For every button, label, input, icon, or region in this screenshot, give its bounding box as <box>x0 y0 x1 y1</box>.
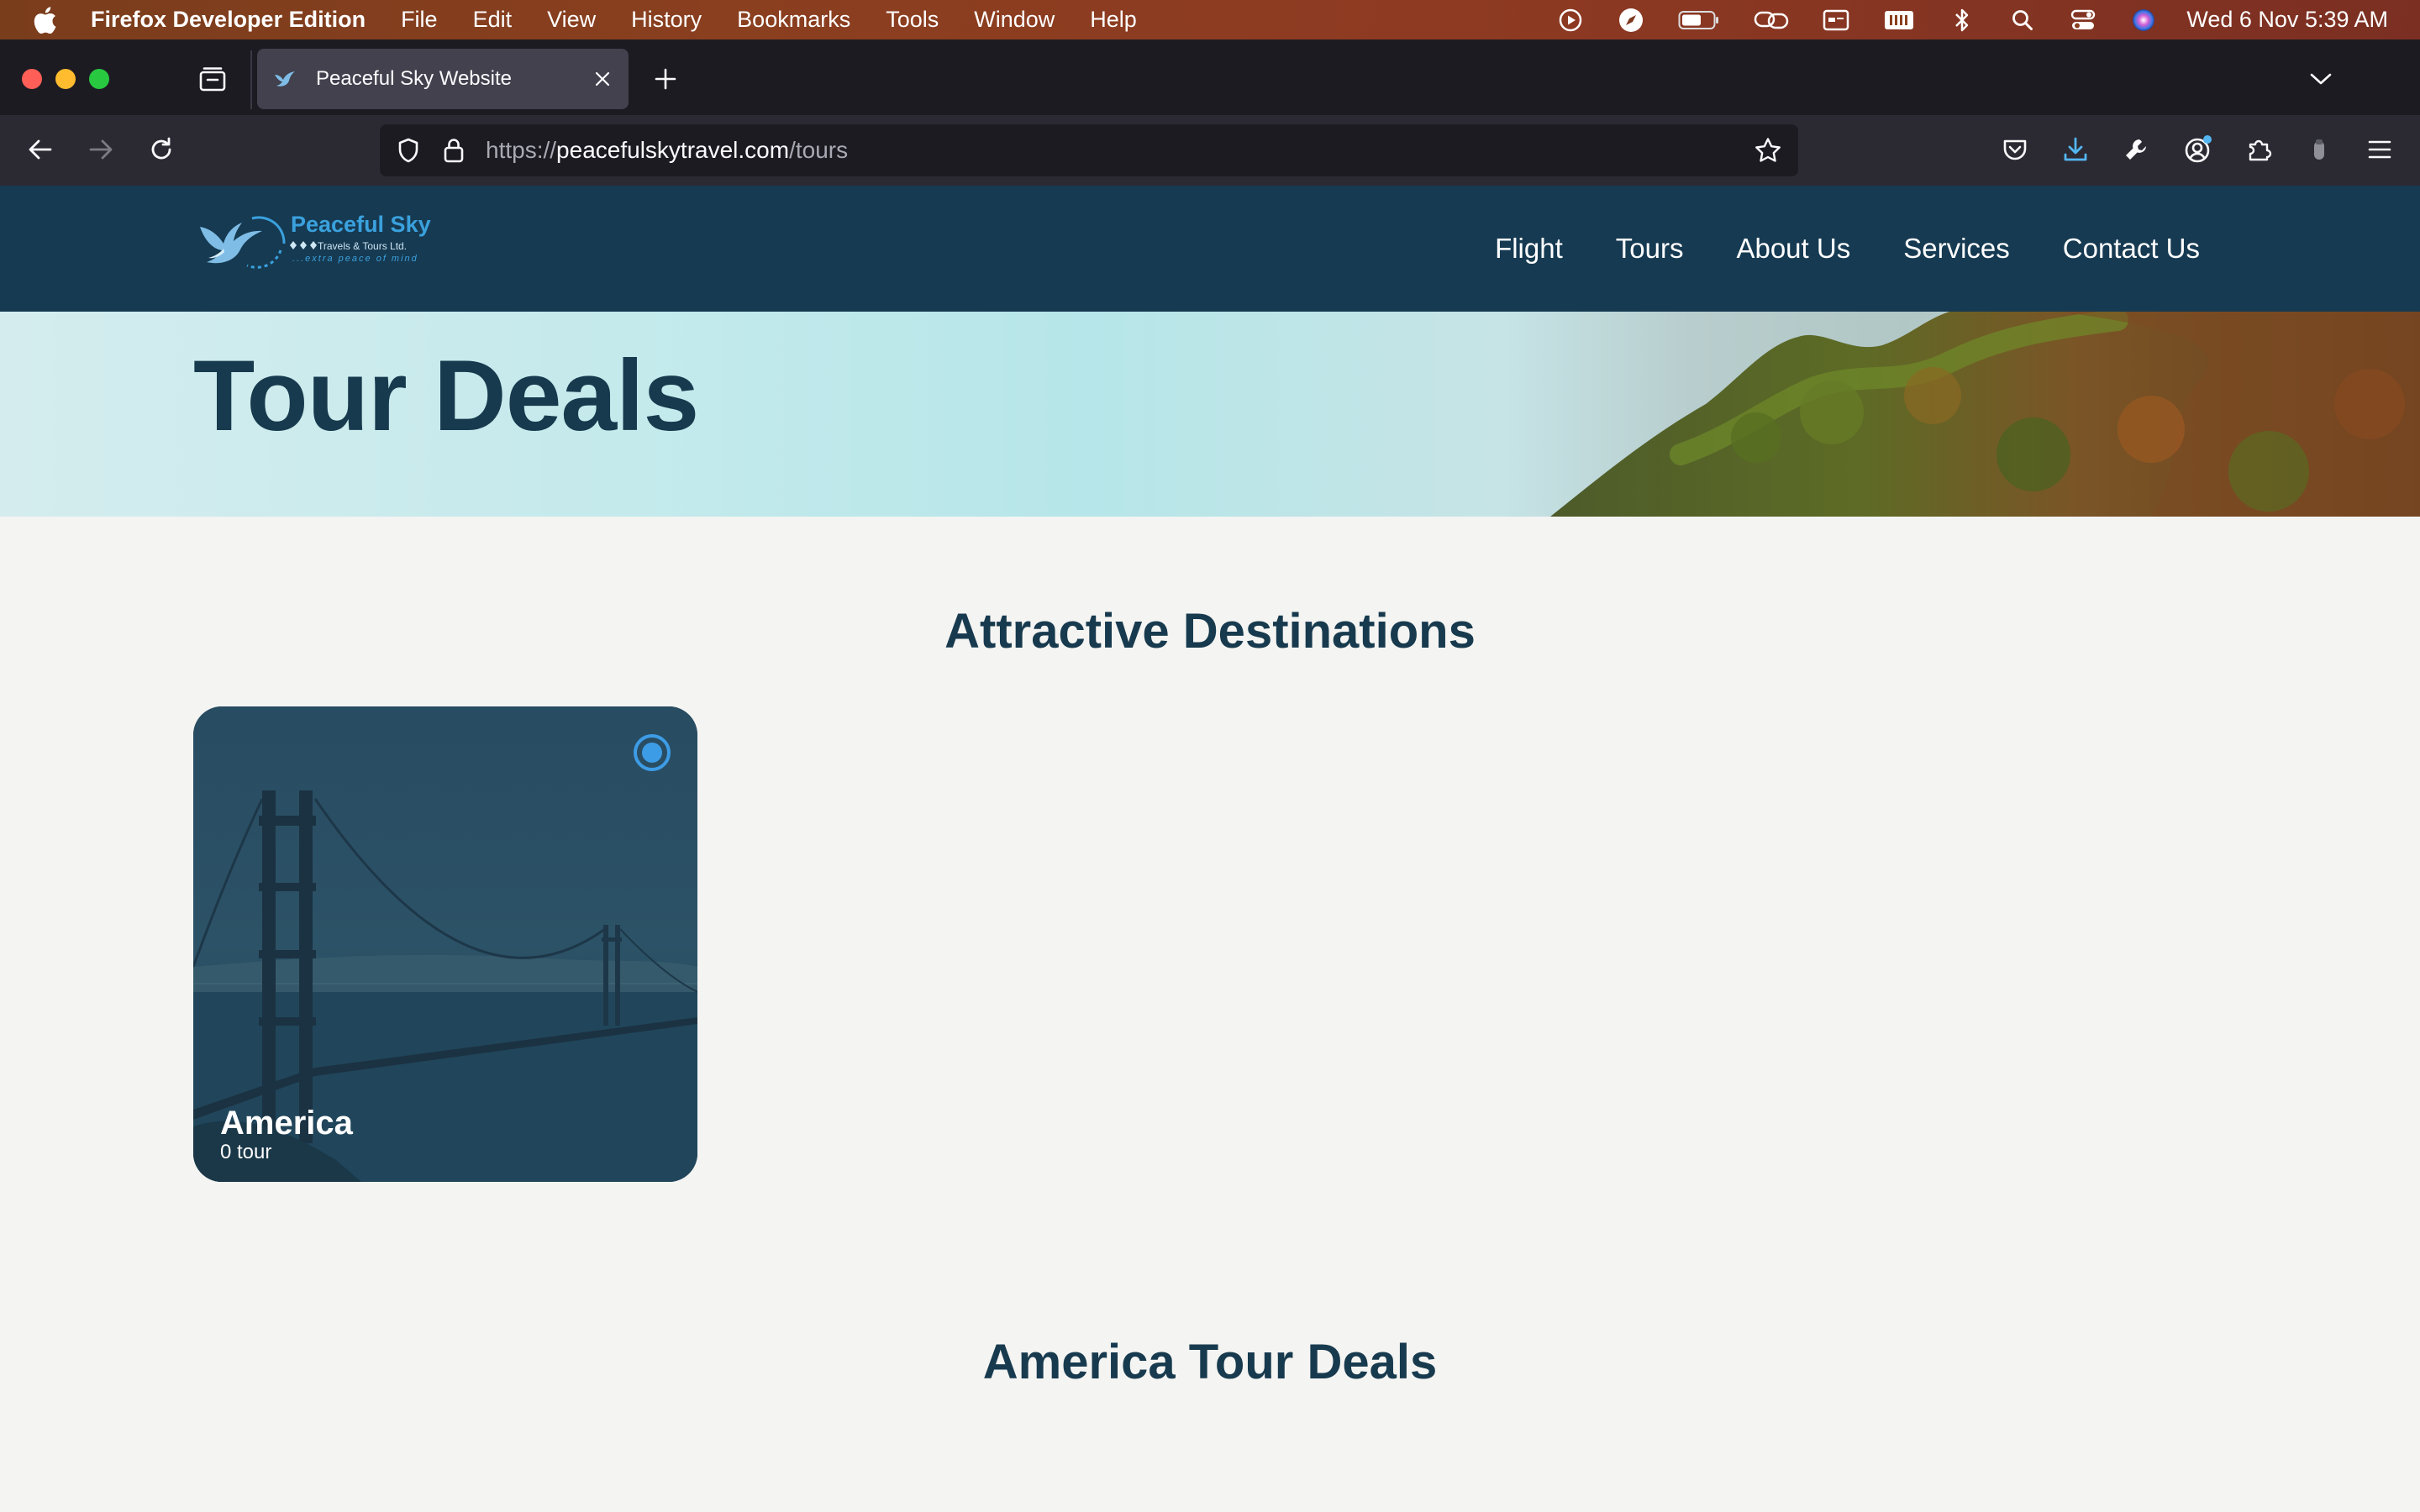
nav-about-us[interactable]: About Us <box>1736 233 1850 265</box>
menu-window[interactable]: Window <box>974 7 1055 33</box>
url-host: peacefulskytravel.com <box>556 137 790 163</box>
nav-tours[interactable]: Tours <box>1616 233 1684 265</box>
url-text[interactable]: https://peacefulskytravel.com/tours <box>486 137 1751 164</box>
url-path: /tours <box>789 137 849 163</box>
destination-card-america[interactable]: America 0 tour <box>193 706 697 1182</box>
control-center-icon[interactable] <box>2069 6 2097 34</box>
downloads-icon[interactable] <box>2057 131 2094 168</box>
pocket-icon[interactable] <box>1996 131 2033 168</box>
logo-brand-text: Peaceful Sky <box>291 212 431 237</box>
menu-app-name[interactable]: Firefox Developer Edition <box>91 7 366 33</box>
tab-close-icon[interactable] <box>588 65 617 93</box>
nav-contact-us[interactable]: Contact Us <box>2063 233 2200 265</box>
tour-deals-heading: America Tour Deals <box>982 1335 1438 1389</box>
url-scheme: https:// <box>486 137 557 163</box>
status-area: Wed 6 Nov 5:39 AM <box>1524 0 2388 39</box>
site-logo[interactable]: Peaceful Sky Travels & Tours Ltd. ...ext… <box>193 208 437 276</box>
logo-tagline: ...extra peace of mind <box>292 254 418 264</box>
window-minimize-button[interactable] <box>55 69 76 89</box>
destinations-heading: Attractive Destinations <box>944 604 1476 659</box>
macos-menubar: Firefox Developer Edition File Edit View… <box>0 0 2420 39</box>
forward-arrow-icon[interactable] <box>82 131 119 168</box>
keyboard-icon[interactable] <box>1882 6 1916 34</box>
tab-peaceful-sky[interactable]: Peaceful Sky Website <box>257 49 629 109</box>
card-icon[interactable] <box>1822 6 1850 34</box>
logo-subtitle: Travels & Tours Ltd. <box>318 240 408 252</box>
bird-favicon-icon <box>275 71 295 87</box>
extensions-puzzle-icon[interactable] <box>2240 131 2277 168</box>
tab-title: Peaceful Sky Website <box>316 67 513 90</box>
rocket-icon[interactable] <box>1617 6 1645 34</box>
siri-icon[interactable] <box>2129 6 2158 34</box>
battery-icon <box>1677 6 1721 34</box>
address-bar[interactable]: https://peacefulskytravel.com/tours <box>380 124 1798 176</box>
account-icon[interactable] <box>2180 131 2217 168</box>
menu-tools[interactable]: Tools <box>886 7 939 33</box>
page-title: Tour Deals <box>193 339 699 452</box>
bluetooth-icon[interactable] <box>1948 6 1976 34</box>
window-close-button[interactable] <box>22 69 42 89</box>
play-circle-icon[interactable] <box>1556 6 1585 34</box>
radio-dot <box>642 743 662 763</box>
menu-help[interactable]: Help <box>1090 7 1137 33</box>
firefox-view-icon[interactable] <box>197 63 229 95</box>
destination-tour-count: 0 tour <box>220 1141 272 1163</box>
developer-tools-wrench-icon[interactable] <box>2118 131 2154 168</box>
site-nav: Flight Tours About Us Services Contact U… <box>1442 186 2200 312</box>
reload-icon[interactable] <box>143 131 180 168</box>
bookmark-star-icon[interactable] <box>1751 134 1785 167</box>
menu-edit[interactable]: Edit <box>473 7 513 33</box>
nav-flight[interactable]: Flight <box>1495 233 1563 265</box>
tab-separator <box>250 50 252 109</box>
menu-bookmarks[interactable]: Bookmarks <box>737 7 850 33</box>
menu-view[interactable]: View <box>547 7 596 33</box>
dove-logo-icon <box>200 216 286 269</box>
list-all-tabs-chevron-icon[interactable] <box>2304 62 2338 96</box>
extension-toolbar-icon[interactable] <box>2301 131 2338 168</box>
menu-file[interactable]: File <box>401 7 438 33</box>
window-zoom-button[interactable] <box>89 69 109 89</box>
logo-diamonds-icon <box>290 241 317 249</box>
search-icon[interactable] <box>2008 6 2037 34</box>
menu-history[interactable]: History <box>631 7 702 33</box>
hamburger-menu-icon[interactable] <box>2361 131 2398 168</box>
menubar-clock[interactable]: Wed 6 Nov 5:39 AM <box>2186 7 2388 33</box>
nav-services[interactable]: Services <box>1903 233 2010 265</box>
lock-icon[interactable] <box>440 135 467 165</box>
destination-selected-radio[interactable] <box>634 734 671 771</box>
link-icon[interactable] <box>1753 6 1790 34</box>
destination-name: America <box>220 1105 353 1142</box>
apple-icon[interactable] <box>32 6 57 34</box>
new-tab-plus-icon[interactable] <box>649 62 682 96</box>
back-arrow-icon[interactable] <box>22 131 59 168</box>
tracking-protection-shield-icon[interactable] <box>393 135 424 165</box>
